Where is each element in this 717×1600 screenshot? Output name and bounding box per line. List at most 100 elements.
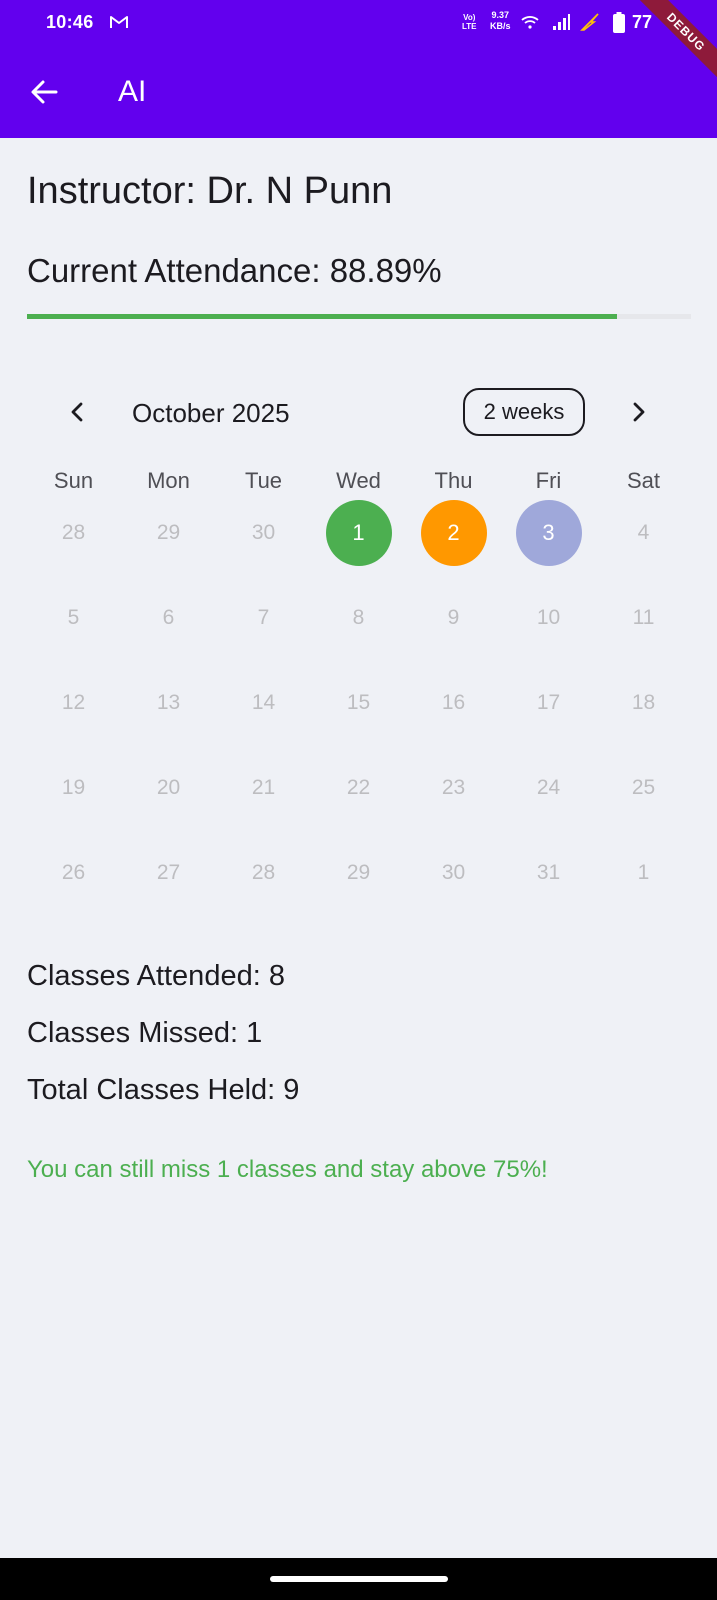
chevron-left-icon[interactable] — [64, 398, 92, 426]
calendar-format-button[interactable]: 2 weeks — [463, 388, 585, 436]
calendar-day-number: 28 — [61, 520, 86, 544]
status-time: 10:46 — [46, 12, 94, 32]
calendar-day-number: 2 — [420, 499, 487, 566]
calendar-day-number: 28 — [251, 860, 276, 884]
weekday-label: Sat — [626, 468, 661, 493]
calendar-day-number: 16 — [441, 690, 466, 714]
attendance-percentage: Current Attendance: 88.89% — [27, 252, 442, 289]
calendar-day-number: 22 — [346, 775, 371, 799]
weekday-label: Mon — [147, 468, 190, 493]
calendar-day[interactable]: 28 — [26, 500, 121, 565]
attendance-advice: You can still miss 1 classes and stay ab… — [27, 1156, 548, 1183]
calendar-day-number: 7 — [257, 605, 270, 629]
calendar-day-number: 30 — [251, 520, 276, 544]
calendar-day[interactable]: 9 — [406, 585, 501, 650]
calendar-day-number: 23 — [441, 775, 466, 799]
calendar-day-number: 29 — [346, 860, 371, 884]
calendar-day[interactable]: 27 — [121, 840, 216, 905]
back-arrow-icon[interactable] — [28, 76, 60, 108]
netspeed-value: 9.37 — [491, 10, 510, 20]
calendar-day-number: 13 — [156, 690, 181, 714]
calendar-day[interactable]: 12 — [26, 670, 121, 735]
classes-attended: Classes Attended: 8 — [27, 960, 285, 992]
calendar-day[interactable]: 5 — [26, 585, 121, 650]
calendar-day-number: 27 — [156, 860, 181, 884]
battery-percent: 77 — [632, 12, 653, 32]
calendar-day[interactable]: 8 — [311, 585, 406, 650]
calendar-day-number: 24 — [536, 775, 561, 799]
calendar-day[interactable]: 18 — [596, 670, 691, 735]
calendar-day[interactable]: 31 — [501, 840, 596, 905]
system-nav-bar — [0, 1558, 717, 1600]
calendar-day-number: 1 — [325, 499, 392, 566]
volte-text: Vo) LTE — [462, 13, 477, 31]
calendar-day[interactable]: 23 — [406, 755, 501, 820]
attendance-progress-bar — [27, 314, 691, 319]
calendar-day[interactable]: 2 — [406, 499, 501, 566]
calendar-day[interactable]: 15 — [311, 670, 406, 735]
attendance-progress-fill — [27, 314, 618, 319]
calendar-day-number: 30 — [441, 860, 466, 884]
app-bar-title: AI — [118, 75, 147, 108]
calendar-day[interactable]: 3 — [501, 499, 596, 566]
weekday-label: Sun — [53, 468, 94, 493]
calendar-month-title: October 2025 — [132, 398, 290, 428]
calendar-day[interactable]: 1 — [311, 499, 406, 566]
charging-icon — [580, 13, 599, 31]
calendar-day[interactable]: 11 — [596, 585, 691, 650]
calendar-day-number: 10 — [536, 605, 561, 629]
calendar-day-number: 15 — [346, 690, 371, 714]
volte-indicator: Vo) LTE — [462, 13, 477, 31]
calendar-day[interactable]: 30 — [216, 500, 311, 565]
weekday-header: Sun Mon Tue Wed Thu Fri Sat — [26, 468, 691, 496]
total-classes-held: Total Classes Held: 9 — [27, 1074, 300, 1106]
calendar-day-number: 9 — [447, 605, 460, 629]
calendar-day[interactable]: 21 — [216, 755, 311, 820]
calendar-day[interactable]: 10 — [501, 585, 596, 650]
weekday-label: Tue — [244, 468, 283, 493]
chevron-right-icon[interactable] — [624, 398, 652, 426]
calendar-day[interactable]: 4 — [596, 500, 691, 565]
attendance-stats: Classes Attended: 8 Classes Missed: 1 To… — [27, 960, 299, 1131]
netspeed-indicator: 9.37 KB/s — [490, 10, 511, 32]
calendar-day[interactable]: 22 — [311, 755, 406, 820]
calendar-day[interactable]: 29 — [311, 840, 406, 905]
classes-missed: Classes Missed: 1 — [27, 1017, 263, 1049]
calendar-day[interactable]: 20 — [121, 755, 216, 820]
calendar-day[interactable]: 13 — [121, 670, 216, 735]
calendar-day-number: 12 — [61, 690, 86, 714]
calendar-day[interactable]: 16 — [406, 670, 501, 735]
top-bar: 10:46 Vo) LTE 9.37 KB/s 77 DEBUG AI — [0, 0, 717, 138]
battery-icon — [613, 12, 625, 33]
calendar-day[interactable]: 24 — [501, 755, 596, 820]
calendar-day-number: 1 — [637, 860, 650, 884]
weekday-label: Wed — [336, 468, 381, 493]
calendar-day[interactable]: 29 — [121, 500, 216, 565]
calendar-day-number: 8 — [352, 605, 365, 629]
calendar-day-number: 4 — [637, 520, 650, 544]
calendar-day[interactable]: 25 — [596, 755, 691, 820]
wifi-icon — [521, 16, 539, 29]
status-bar: 10:46 Vo) LTE 9.37 KB/s 77 — [0, 0, 717, 46]
calendar-day[interactable]: 19 — [26, 755, 121, 820]
calendar-day-number: 14 — [251, 690, 276, 714]
calendar-day[interactable]: 1 — [596, 840, 691, 905]
calendar-day[interactable]: 30 — [406, 840, 501, 905]
netspeed-unit: KB/s — [490, 21, 511, 31]
gmail-icon — [110, 16, 128, 28]
calendar-day-number: 6 — [162, 605, 175, 629]
calendar-day-number: 31 — [536, 860, 561, 884]
home-gesture-handle[interactable] — [270, 1576, 448, 1582]
calendar-day[interactable]: 6 — [121, 585, 216, 650]
calendar-day[interactable]: 17 — [501, 670, 596, 735]
calendar-day[interactable]: 26 — [26, 840, 121, 905]
calendar-day-number: 5 — [67, 605, 80, 629]
calendar-day[interactable]: 14 — [216, 670, 311, 735]
calendar-day-number: 29 — [156, 520, 181, 544]
instructor-name: Instructor: Dr. N Punn — [27, 170, 393, 212]
calendar-day-number: 26 — [61, 860, 86, 884]
calendar-day-number: 17 — [536, 690, 561, 714]
calendar-day-number: 21 — [251, 775, 276, 799]
calendar-day[interactable]: 7 — [216, 585, 311, 650]
calendar-day[interactable]: 28 — [216, 840, 311, 905]
